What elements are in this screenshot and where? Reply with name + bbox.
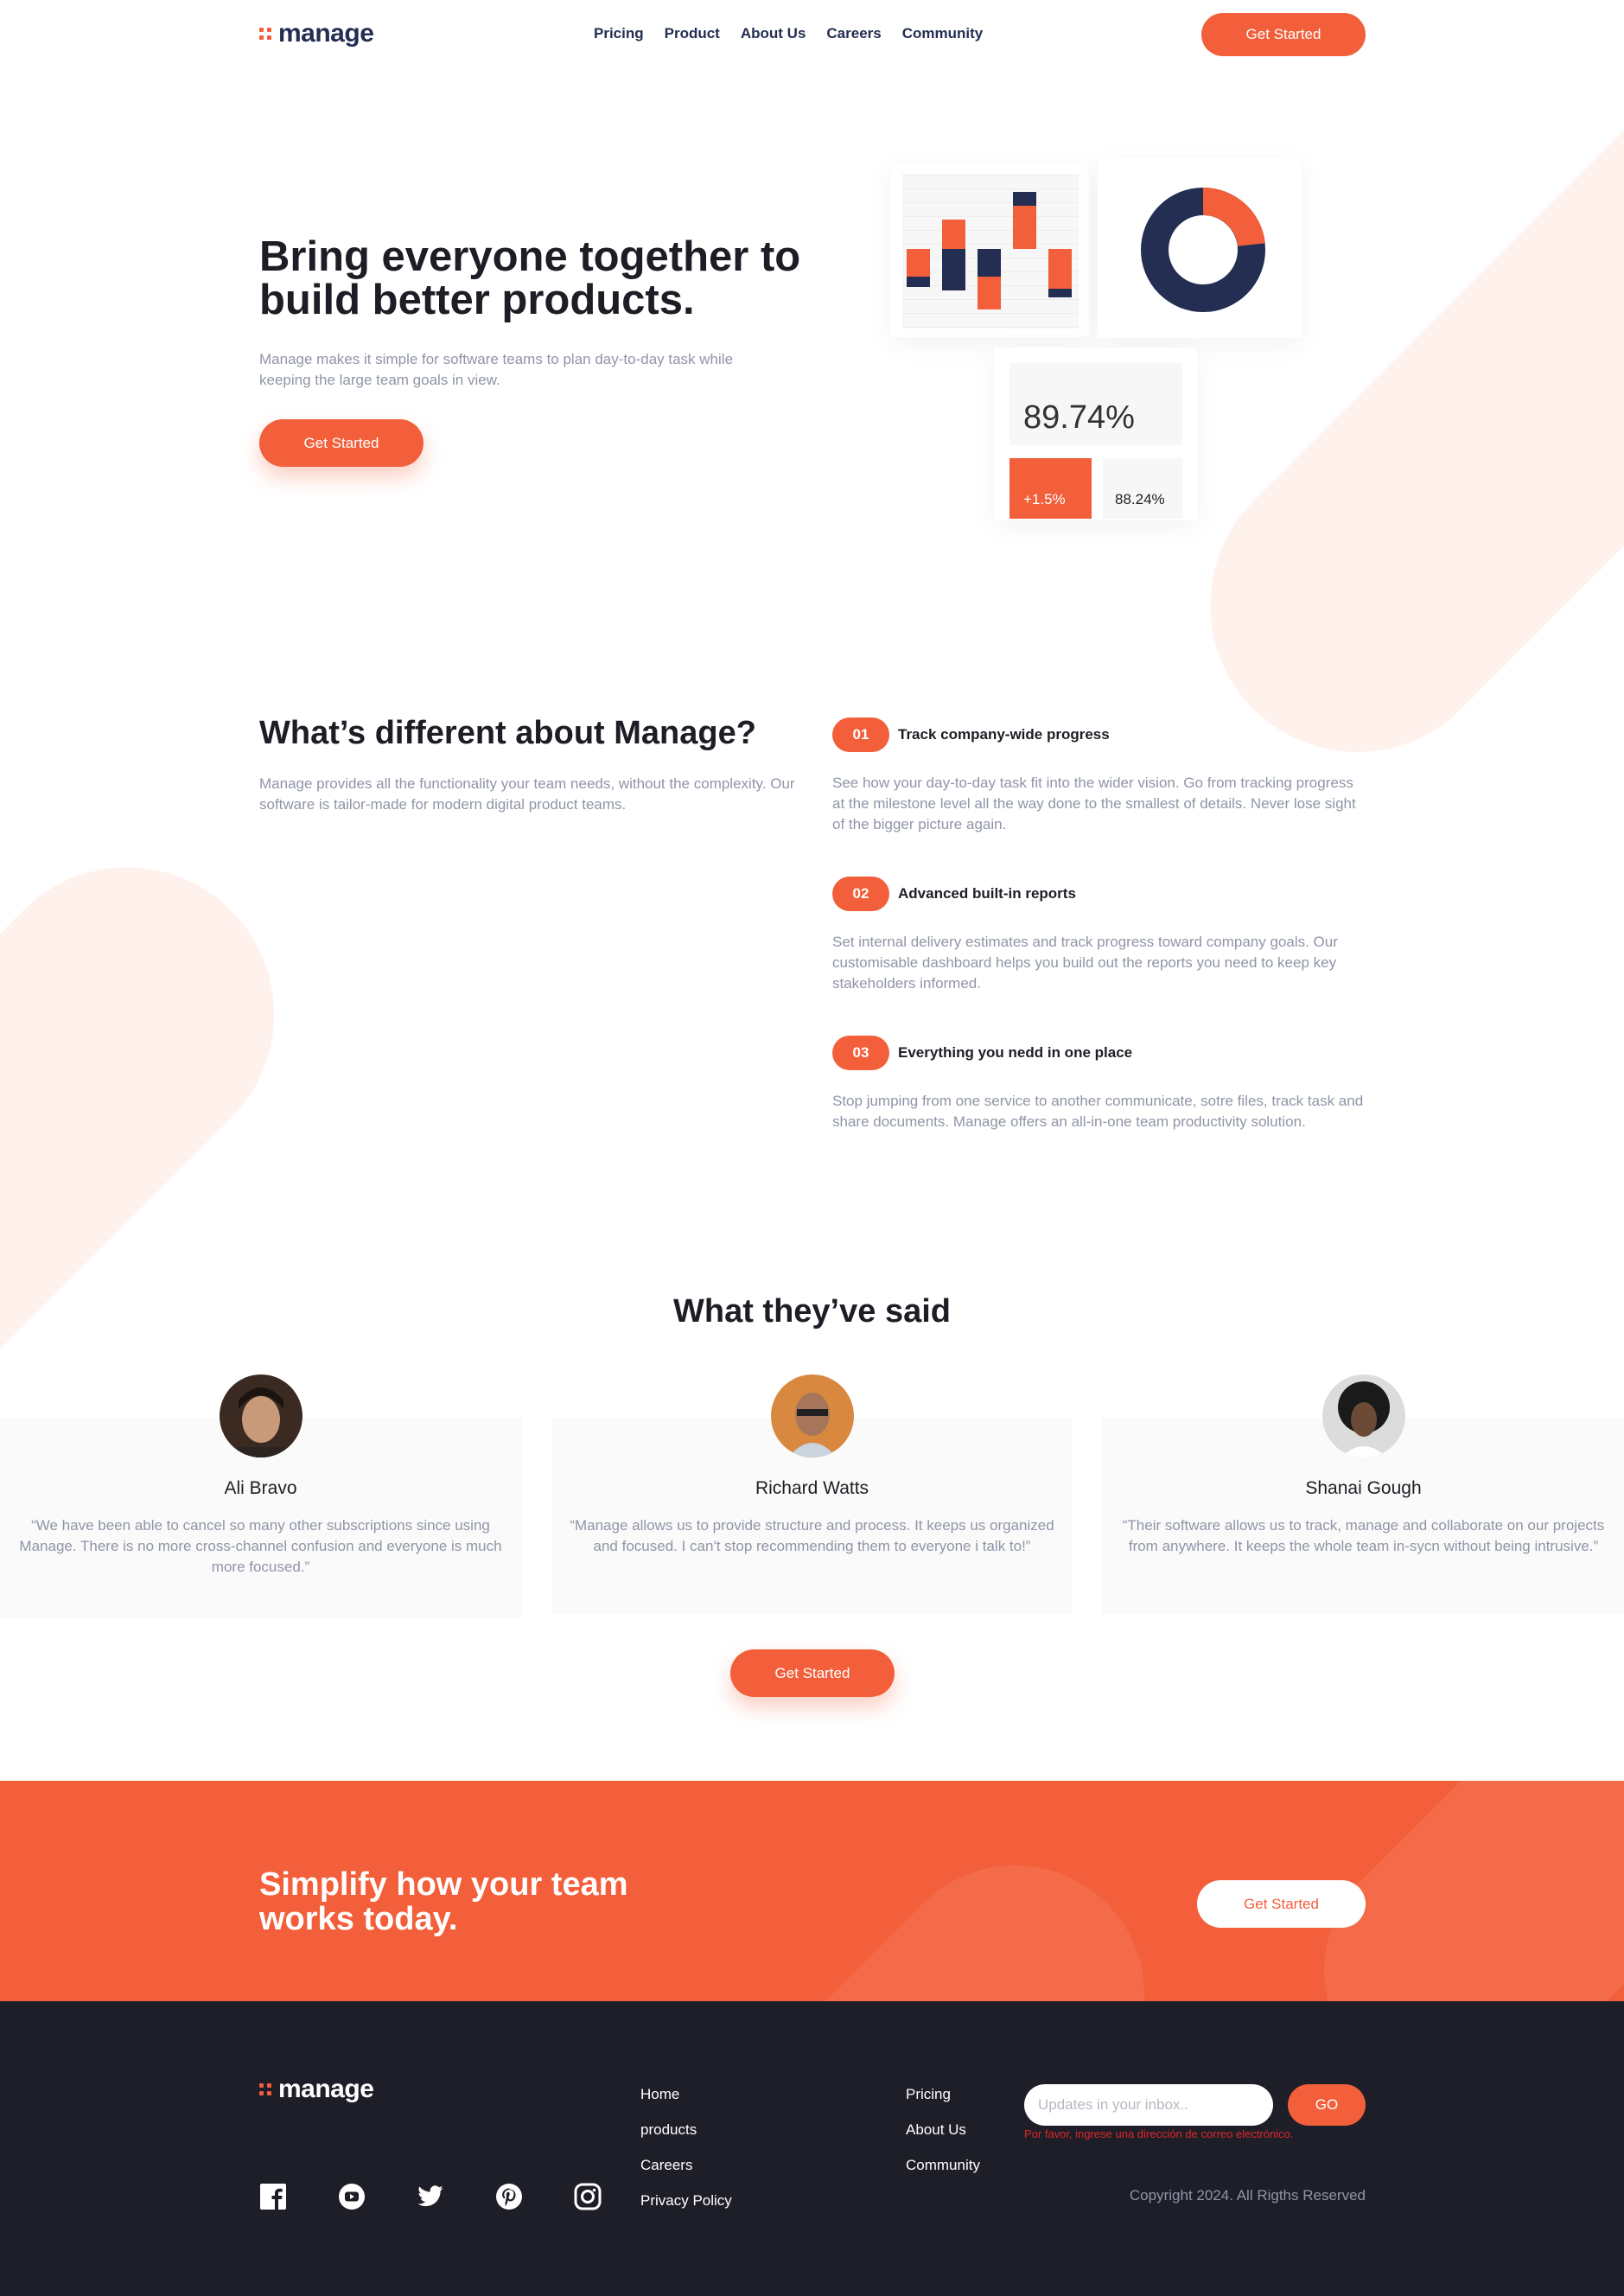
feature-item: 01 Track company-wide progress See how y… [832,718,1368,835]
hero-title: Bring everyone together to build better … [259,233,801,323]
site-footer: manage Home products Careers Privacy Pol… [0,2001,1624,2296]
footer-link-community[interactable]: Community [906,2156,980,2174]
facebook-icon[interactable] [259,2183,287,2210]
bar-chart-bar [1048,289,1072,297]
footer-link-products[interactable]: products [640,2121,732,2139]
nav-pricing[interactable]: Pricing [594,25,644,42]
bar-chart-bar [1013,206,1036,249]
bar-chart-bar [1013,192,1036,206]
nav-about-us[interactable]: About Us [741,25,806,42]
logo[interactable]: manage [259,19,374,48]
newsletter-email-input[interactable] [1024,2084,1273,2126]
feature-number-badge: 02 [832,877,889,911]
feature-name: Advanced built-in reports [898,885,1076,902]
main-nav: Pricing Product About Us Careers Communi… [594,25,983,42]
bar-chart-bar [907,277,930,287]
instagram-icon[interactable] [574,2183,602,2210]
feature-description: Set internal delivery estimates and trac… [832,934,1338,992]
youtube-icon[interactable] [338,2183,366,2210]
avatar [220,1374,303,1457]
stats-card: 89.74% +1.5% 88.24% [994,348,1197,520]
twitter-icon[interactable] [417,2183,444,2210]
pinterest-icon[interactable] [495,2183,523,2210]
social-links [259,2183,602,2210]
avatar [1322,1374,1405,1457]
testimonial-name: Ali Bravo [224,1478,297,1498]
feature-number-badge: 03 [832,1036,889,1070]
bar-chart-bar [1048,249,1072,289]
footer-link-about-us[interactable]: About Us [906,2121,980,2139]
logo-text: manage [278,19,374,48]
footer-link-home[interactable]: Home [640,2085,732,2103]
site-header: manage Pricing Product About Us Careers … [0,0,1624,69]
header-get-started-button[interactable]: Get Started [1201,13,1366,56]
nav-community[interactable]: Community [902,25,984,42]
footer-links-secondary: Pricing About Us Community [906,2085,980,2191]
logo-icon [259,28,271,40]
logo-icon [259,2083,271,2095]
feature-number-badge: 01 [832,718,889,752]
cta-title: Simplify how your team works today. [259,1866,628,1937]
bar-chart-bar [978,249,1001,277]
feature-description: Stop jumping from one service to another… [832,1093,1364,1130]
testimonial-quote: “Their software allows us to track, mana… [1122,1517,1605,1554]
testimonial-quote: “Manage allows us to provide structure a… [570,1517,1054,1554]
testimonials-get-started-button[interactable]: Get Started [730,1649,895,1697]
footer-logo[interactable]: manage [259,2075,374,2104]
testimonial-name: Richard Watts [755,1478,869,1498]
feature-name: Everything you nedd in one place [898,1044,1133,1061]
hero-text: Manage makes it simple for software team… [259,351,734,388]
bar-chart-bar [942,220,965,249]
feature-item: 02 Advanced built-in reports Set interna… [832,877,1368,994]
background-shape [1150,0,1624,813]
footer-link-careers[interactable]: Careers [640,2156,732,2174]
features-text: Manage provides all the functionality yo… [259,775,795,813]
stat-change-badge: +1.5% [1009,458,1092,519]
testimonial-quote: “We have been able to cancel so many oth… [19,1517,502,1575]
donut-chart-card [1098,158,1302,338]
newsletter-go-button[interactable]: GO [1288,2084,1366,2126]
feature-description: See how your day-to-day task fit into th… [832,775,1356,832]
features-title: What’s different about Manage? [259,715,756,751]
footer-link-pricing[interactable]: Pricing [906,2085,980,2103]
testimonials-title: What they’ve said [673,1293,951,1330]
cta-banner: Simplify how your team works today. Get … [0,1781,1624,2001]
newsletter-error-message: Por favor, ingrese una dirección de corr… [1024,2127,1294,2140]
stat-secondary-value: 88.24% [1103,458,1182,519]
nav-product[interactable]: Product [665,25,720,42]
bar-chart-bar [907,249,930,277]
feature-item: 03 Everything you nedd in one place Stop… [832,1036,1368,1132]
feature-name: Track company-wide progress [898,726,1110,743]
footer-links-primary: Home products Careers Privacy Policy [640,2085,732,2227]
copyright-text: Copyright 2024. All Rigths Reserved [1129,2187,1366,2204]
stat-main-value: 89.74% [1009,363,1182,445]
cta-get-started-button[interactable]: Get Started [1197,1880,1366,1928]
bar-chart-bar [942,249,965,290]
donut-chart [1141,187,1265,312]
footer-link-privacy-policy[interactable]: Privacy Policy [640,2191,732,2210]
logo-text: manage [278,2075,374,2103]
nav-careers[interactable]: Careers [826,25,881,42]
bar-chart-card [890,164,1089,337]
bar-chart-bar [978,277,1001,309]
hero-get-started-button[interactable]: Get Started [259,419,424,467]
background-shape [648,1811,1199,2001]
avatar [771,1374,854,1457]
testimonial-name: Shanai Gough [1305,1478,1422,1498]
